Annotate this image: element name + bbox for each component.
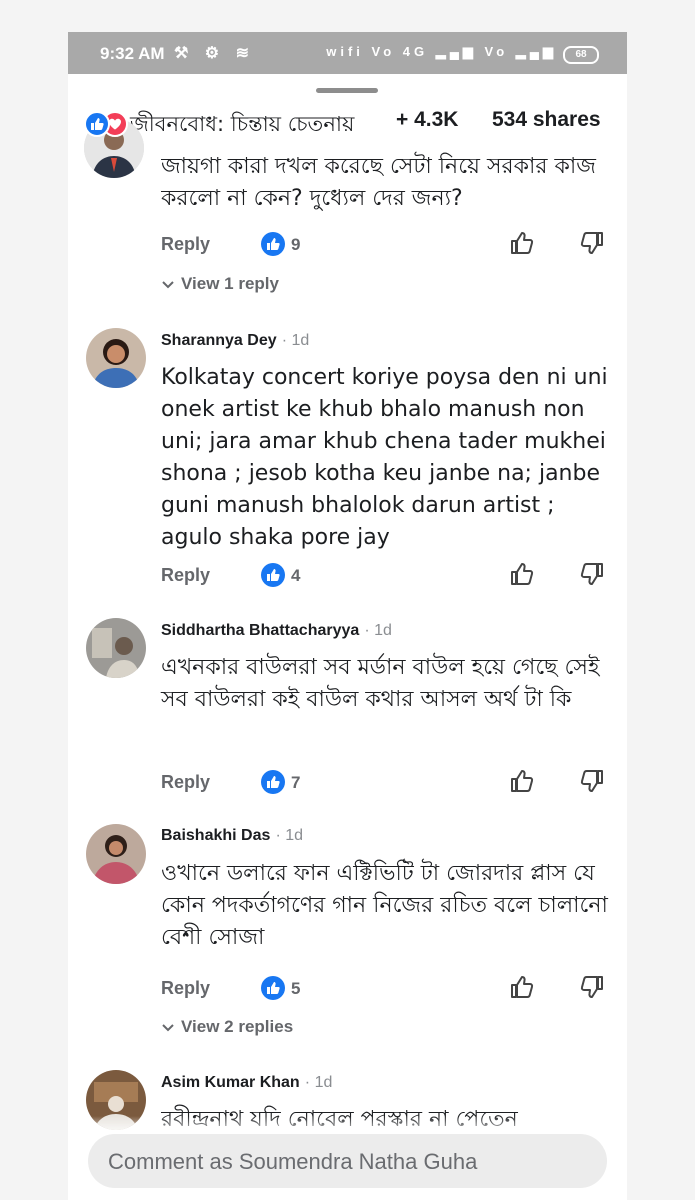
battery-icon: 68	[563, 46, 599, 64]
comment-time: · 1d	[304, 1074, 333, 1091]
comment-author[interactable]: Baishakhi Das	[161, 827, 270, 844]
page-name[interactable]: জীবনবোধ: চিন্তায় চেতনায়	[130, 108, 354, 143]
comment-actions: Reply 5	[161, 974, 611, 1004]
comment-meta: Asim Kumar Khan · 1d	[161, 1072, 332, 1092]
share-count[interactable]: 534 shares	[492, 108, 601, 132]
comment-text: ওখানে ডলারে ফান এক্টিভিটি টা জোরদার প্লা…	[161, 861, 608, 950]
comment-time: · 1d	[281, 332, 310, 349]
like-count-icon	[261, 770, 285, 794]
like-reaction-icon	[84, 111, 110, 137]
comment-author[interactable]: Sharannya Dey	[161, 332, 277, 349]
avatar[interactable]	[86, 618, 146, 678]
comment-text: এখনকার বাউলরা সব মর্ডান বাউল হয়ে গেছে স…	[161, 655, 600, 712]
comment-time: · 1d	[364, 622, 392, 639]
comment-author[interactable]: Asim Kumar Khan	[161, 1074, 300, 1091]
post-header: জীবনবোধ: চিন্তায় চেতনায় + 4.3K 534 sha…	[84, 108, 614, 137]
view-replies-button[interactable]: View 1 reply	[161, 274, 279, 294]
reply-button[interactable]: Reply	[161, 978, 210, 999]
thumbs-down-icon[interactable]	[579, 561, 605, 591]
reply-button[interactable]: Reply	[161, 234, 210, 255]
thumbs-up-icon[interactable]	[509, 561, 535, 591]
like-count-icon	[261, 232, 285, 256]
notification-icons: ⚒ ⚙ ≋	[174, 45, 255, 62]
comment-composer[interactable]	[88, 1134, 607, 1190]
status-bar: 9:32 AM ⚒ ⚙ ≋ wifi Vo 4G ▂▄▆ Vo ▂▄▆ 68	[68, 32, 627, 74]
like-count: 7	[291, 773, 301, 792]
comment-time: · 1d	[275, 827, 304, 844]
view-replies-button[interactable]: View 2 replies	[161, 1017, 293, 1037]
comment-text: Kolkatay concert koriye poysa den ni uni…	[161, 365, 608, 550]
comment-actions: Reply 7	[161, 768, 611, 798]
reaction-count[interactable]: + 4.3K	[396, 108, 458, 132]
avatar[interactable]	[86, 328, 146, 388]
like-count-icon	[261, 563, 285, 587]
comment-actions: Reply 9	[161, 230, 611, 260]
avatar[interactable]	[86, 824, 146, 884]
thumbs-up-icon[interactable]	[509, 768, 535, 798]
comment-author[interactable]: Siddhartha Bhattacharyya	[161, 622, 359, 639]
like-count: 9	[291, 235, 301, 254]
comment-actions: Reply 4	[161, 561, 611, 591]
comment-input[interactable]	[106, 1134, 590, 1190]
bottom-fade	[68, 1116, 627, 1136]
chevron-down-icon	[162, 1023, 174, 1031]
phone-screen: 9:32 AM ⚒ ⚙ ≋ wifi Vo 4G ▂▄▆ Vo ▂▄▆ 68 জ…	[68, 32, 627, 1200]
signal-icons: wifi Vo 4G ▂▄▆ Vo ▂▄▆	[326, 44, 557, 59]
thumbs-up-icon[interactable]	[509, 230, 535, 260]
status-time: 9:32 AM	[100, 44, 165, 63]
thumbs-down-icon[interactable]	[579, 974, 605, 1004]
reply-button[interactable]: Reply	[161, 772, 210, 793]
comment-text: জায়গা কারা দখল করেছে সেটা নিয়ে সরকার ক…	[161, 154, 596, 211]
thumbs-down-icon[interactable]	[579, 230, 605, 260]
view-replies-label: View 2 replies	[181, 1017, 294, 1036]
drag-handle[interactable]	[316, 88, 378, 93]
chevron-down-icon	[162, 280, 174, 288]
like-count-icon	[261, 976, 285, 1000]
reply-button[interactable]: Reply	[161, 565, 210, 586]
like-count: 5	[291, 979, 301, 998]
comment-meta: Siddhartha Bhattacharyya · 1d	[161, 620, 392, 640]
view-replies-label: View 1 reply	[181, 274, 279, 293]
thumbs-down-icon[interactable]	[579, 768, 605, 798]
thumbs-up-icon[interactable]	[509, 974, 535, 1004]
comment-meta: Baishakhi Das · 1d	[161, 825, 303, 845]
comment-meta: Sharannya Dey · 1d	[161, 330, 309, 350]
like-count: 4	[291, 566, 301, 585]
